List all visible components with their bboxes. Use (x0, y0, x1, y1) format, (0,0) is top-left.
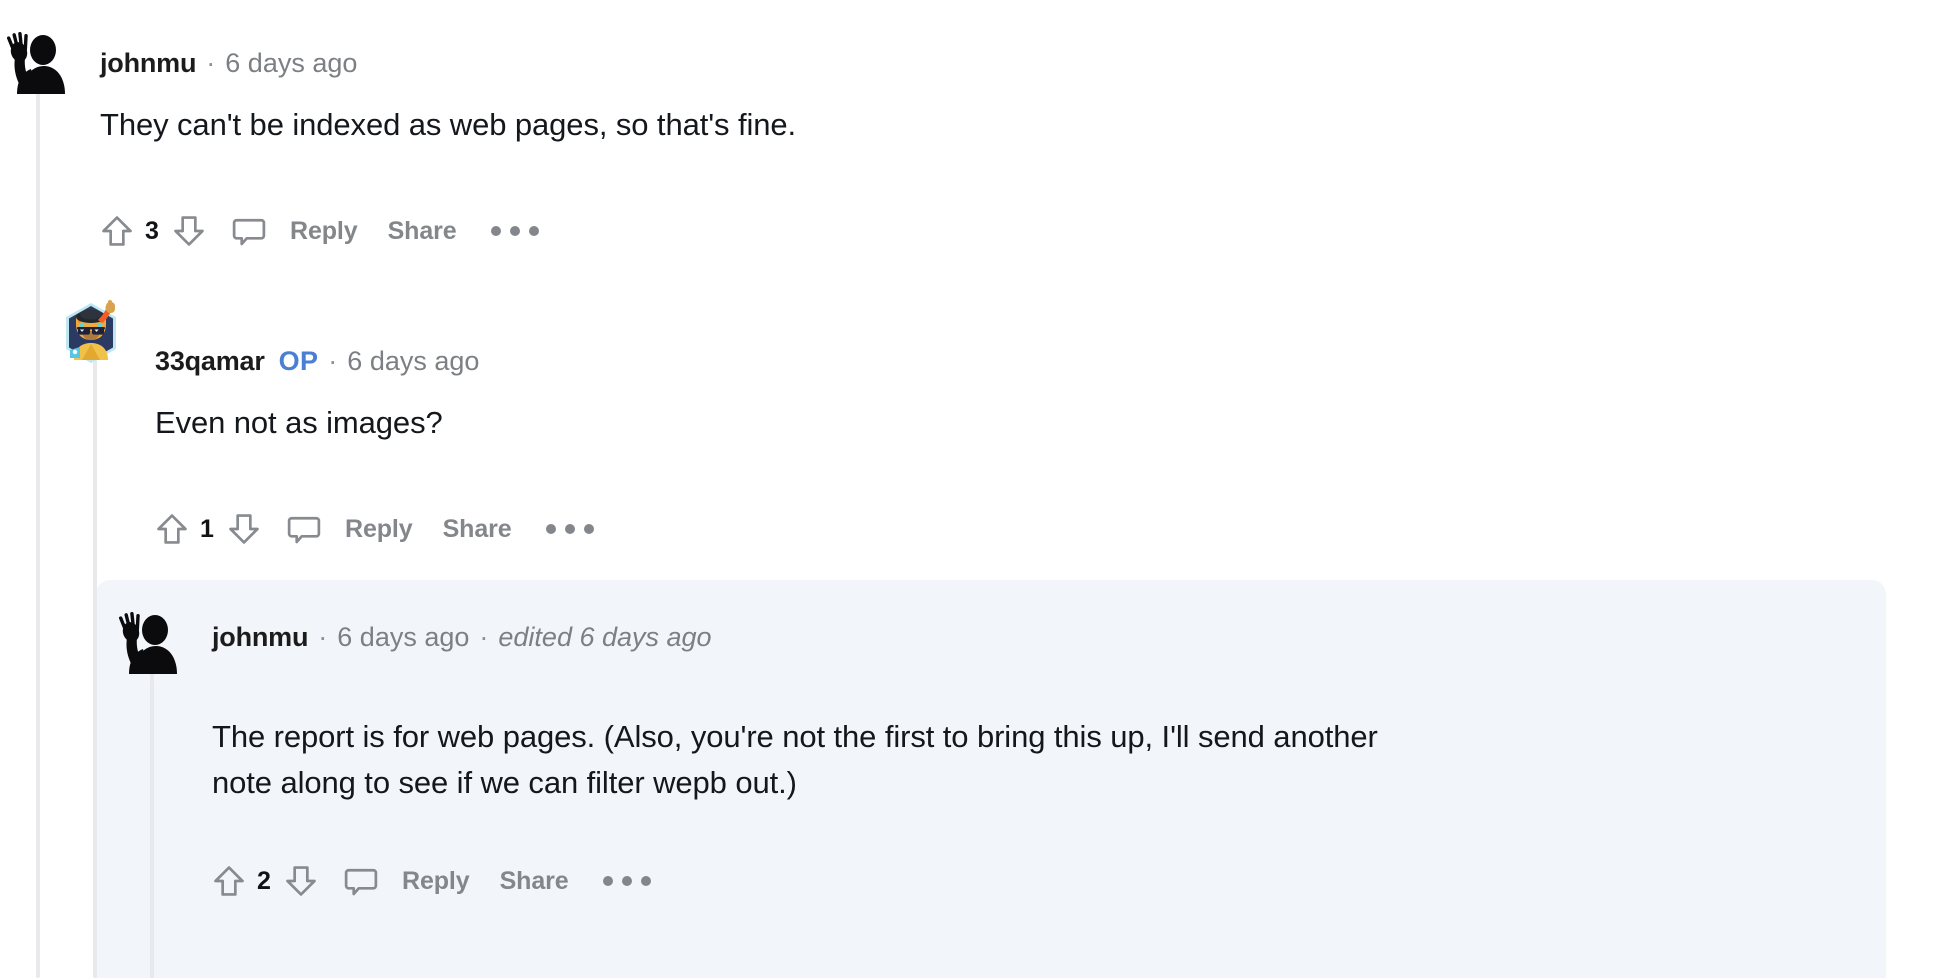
comment-author[interactable]: johnmu (212, 622, 308, 653)
thread-line-depth-1[interactable] (93, 332, 97, 978)
header-separator: · (206, 48, 216, 78)
cat-graduate-snoovatar[interactable] (58, 300, 120, 363)
more-options-icon[interactable] (545, 524, 594, 534)
comment-action-bar: 1 Reply Share (153, 510, 594, 548)
comment-body-line-2: note along to see if we can filter wepb … (212, 764, 797, 800)
comment-score: 1 (200, 514, 214, 543)
comment-bubble-icon[interactable] (342, 862, 380, 900)
thread-line-depth-2[interactable] (150, 672, 154, 978)
comment-body-text: Even not as images? (155, 405, 443, 440)
comment-action-bar: 3 Reply Share (98, 212, 539, 250)
comment-body-text: They can't be indexed as web pages, so t… (100, 107, 797, 142)
reply-button[interactable]: Reply (290, 217, 358, 246)
waving-person-silhouette-avatar[interactable] (3, 28, 65, 94)
comment-timestamp: 6 days ago (225, 48, 358, 78)
comment-body: Even not as images? (155, 400, 1805, 446)
downvote-arrow-icon[interactable] (282, 862, 320, 900)
upvote-arrow-icon[interactable] (153, 510, 191, 548)
comment-timestamp: 6 days ago (337, 622, 470, 652)
share-button[interactable]: Share (443, 515, 512, 544)
waving-person-silhouette-avatar[interactable] (115, 608, 177, 674)
comment-body: They can't be indexed as web pages, so t… (100, 102, 1800, 148)
share-button[interactable]: Share (500, 867, 569, 896)
comment-body: The report is for web pages. (Also, you'… (212, 714, 1757, 806)
op-badge: OP (278, 346, 319, 376)
vote-group: 2 (210, 862, 320, 900)
header-separator: · (318, 622, 328, 652)
comment-bubble-icon[interactable] (285, 510, 323, 548)
comment-header: johnmu · 6 days ago (100, 48, 357, 79)
reply-button[interactable]: Reply (345, 515, 413, 544)
downvote-arrow-icon[interactable] (170, 212, 208, 250)
comment-body-line-1: The report is for web pages. (Also, you'… (212, 719, 1378, 754)
comment-header: 33qamar OP · 6 days ago (155, 346, 479, 377)
comment-author[interactable]: 33qamar (155, 346, 265, 377)
comment-bubble-icon[interactable] (230, 212, 268, 250)
comment-timestamp: 6 days ago (347, 346, 480, 376)
thread-line-depth-0[interactable] (36, 92, 40, 978)
comment-header: johnmu · 6 days ago · edited 6 days ago (212, 622, 712, 653)
downvote-arrow-icon[interactable] (225, 510, 263, 548)
comment-edited-label: edited 6 days ago (498, 622, 712, 652)
vote-group: 1 (153, 510, 263, 548)
share-button[interactable]: Share (388, 217, 457, 246)
comment-score: 2 (257, 866, 271, 895)
header-separator: · (328, 346, 338, 376)
comment-score: 3 (145, 216, 159, 245)
more-options-icon[interactable] (490, 226, 539, 236)
comment-author[interactable]: johnmu (100, 48, 196, 79)
upvote-arrow-icon[interactable] (98, 212, 136, 250)
header-separator-2: · (479, 622, 489, 652)
upvote-arrow-icon[interactable] (210, 862, 248, 900)
vote-group: 3 (98, 212, 208, 250)
more-options-icon[interactable] (602, 876, 651, 886)
reply-button[interactable]: Reply (402, 867, 470, 896)
comment-action-bar: 2 Reply Share (210, 862, 651, 900)
